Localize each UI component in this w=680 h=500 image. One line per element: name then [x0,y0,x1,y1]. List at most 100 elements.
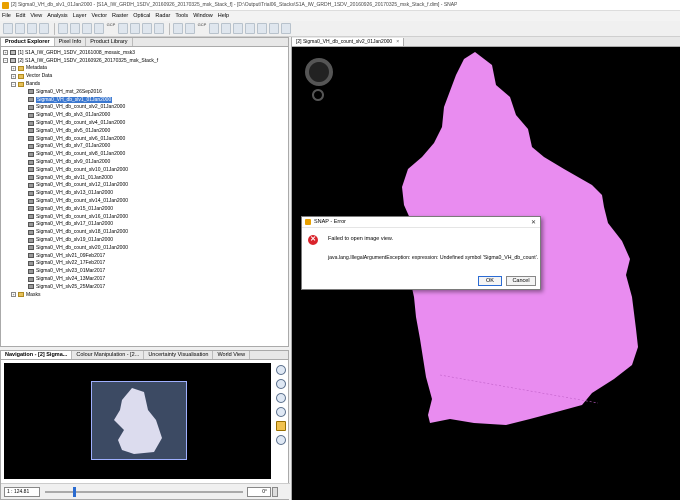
tree-band-item[interactable]: Sigma0_VH_db_slv17_01Jan2000 [1,221,288,229]
open-product-icon[interactable] [3,23,13,34]
draw-rectangle-icon[interactable] [130,23,140,34]
scatter-plot-icon[interactable] [257,23,267,34]
select-tool-icon[interactable] [58,23,68,34]
rotation-angle-field[interactable]: 0° [247,487,271,497]
tree-band-item[interactable]: Sigma0_VH_db_slv13_01Jan2000 [1,189,288,197]
tree-band-item[interactable]: Sigma0_VH_db_slv11_01Jan2000 [1,174,288,182]
draw-ellipse-icon[interactable] [154,23,164,34]
navigation-control-dial[interactable] [305,58,333,86]
tree-folder-bands[interactable]: − Bands [1,80,288,88]
tree-band-item[interactable]: Sigma0_VH_db_count_slv8_01Jan2000 [1,150,288,158]
tab-image-view[interactable]: [2] Sigma0_VH_db_count_slv2_01Jan2000 × [292,37,405,46]
gcp-manager-icon[interactable]: GCP [197,23,207,34]
draw-polygon-icon[interactable] [142,23,152,34]
tab-product-explorer[interactable]: Product Explorer [1,38,55,46]
redo-icon[interactable] [39,23,49,34]
cancel-button[interactable]: Cancel [506,276,536,286]
navigation-overview[interactable] [4,363,271,479]
tree-band-item[interactable]: Sigma0_VH_slv23_01Mar2017 [1,267,288,275]
tree-band-item[interactable]: Sigma0_VH_mst_26Sep2016 [1,88,288,96]
tree-band-item[interactable]: Sigma0_VH_db_count_slv14_01Jan2000 [1,197,288,205]
zoom-out-icon[interactable] [276,379,286,389]
zoom-slider[interactable] [45,487,243,497]
save-product-icon[interactable] [15,23,25,34]
tab-pixel-info[interactable]: Pixel Info [55,38,87,46]
spectrum-icon[interactable] [221,23,231,34]
viewport-frame[interactable] [91,381,187,460]
tree-band-item[interactable]: Sigma0_VH_db_slv19_01Jan2000 [1,236,288,244]
collapse-icon[interactable]: − [11,81,16,87]
profile-plot-icon[interactable] [269,23,279,34]
zoom-factor-field[interactable]: 1 : 124.81 [4,487,40,497]
tab-navigation[interactable]: Navigation - [2] Sigma... [1,351,73,359]
tree-band-item[interactable]: Sigma0_VH_db_count_slv18_01Jan2000 [1,228,288,236]
close-icon[interactable]: ✕ [531,219,536,226]
tree-band-item[interactable]: Sigma0_VH_slv24_13Mar2017 [1,275,288,283]
tree-band-item[interactable]: Sigma0_VH_db_count_slv4_01Jan2000 [1,119,288,127]
tree-band-item[interactable]: Sigma0_VH_db_slv5_01Jan2000 [1,127,288,135]
menu-radar[interactable]: Radar [155,13,170,19]
tree-band-item[interactable]: Sigma0_VH_db_slv7_01Jan2000 [1,143,288,151]
tree-band-item[interactable]: Sigma0_VH_db_count_slv12_01Jan2000 [1,182,288,190]
undo-icon[interactable] [27,23,37,34]
tree-band-item[interactable]: Sigma0_VH_db_slv9_01Jan2000 [1,158,288,166]
tree-band-item[interactable]: Sigma0_VH_slv21_09Feb2017 [1,252,288,260]
histogram-icon[interactable] [245,23,255,34]
tree-band-item[interactable]: Sigma0_VH_slv25_25Mar2017 [1,283,288,291]
magic-wand-icon[interactable] [173,23,183,34]
menu-layer[interactable]: Layer [73,13,87,19]
pin-manager-icon[interactable] [209,23,219,34]
expand-icon[interactable]: + [3,50,8,56]
close-tab-icon[interactable]: × [396,39,399,45]
collapse-icon[interactable]: − [3,58,8,64]
range-finder-icon[interactable] [185,23,195,34]
zoom-in-icon[interactable] [276,365,286,375]
zoom-control-dial[interactable] [312,89,324,101]
sync-views-icon[interactable] [276,421,286,431]
draw-line-icon[interactable] [118,23,128,34]
tree-band-item[interactable]: Sigma0_VH_db_slv15_01Jan2000 [1,205,288,213]
tree-product-2[interactable]: − [2] S1A_IW_GRDH_1SDV_20160926_20170325… [1,57,288,65]
menu-vector[interactable]: Vector [91,13,107,19]
menu-optical[interactable]: Optical [133,13,150,19]
world-map-icon[interactable] [281,23,291,34]
menu-edit[interactable]: Edit [16,13,25,19]
menu-file[interactable]: File [2,13,11,19]
tree-band-item[interactable]: Sigma0_VH_db_count_slv2_01Jan2000 [1,104,288,112]
tab-uncertainty-visualisation[interactable]: Uncertainty Visualisation [144,351,214,359]
menu-tools[interactable]: Tools [175,13,188,19]
sync-cursor-icon[interactable] [276,435,286,445]
zoom-all-icon[interactable] [276,407,286,417]
menu-analysis[interactable]: Analysis [47,13,67,19]
menu-window[interactable]: Window [193,13,213,19]
tree-band-item[interactable]: Sigma0_VH_db_count_slv6_01Jan2000 [1,135,288,143]
tree-folder-vector-data[interactable]: + Vector Data [1,72,288,80]
expand-icon[interactable]: + [11,65,16,71]
tree-band-item[interactable]: Sigma0_VH_db_count_slv10_01Jan2000 [1,166,288,174]
menu-help[interactable]: Help [218,13,229,19]
tree-band-item[interactable]: Sigma0_VH_db_count_slv16_01Jan2000 [1,213,288,221]
statistics-icon[interactable] [233,23,243,34]
tree-band-item[interactable]: Sigma0_VH_db_slv1_01Jan2000 [1,96,288,104]
pin-tool-icon[interactable] [94,23,104,34]
zoom-slider-knob[interactable] [73,487,76,497]
zoom-tool-icon[interactable] [70,23,80,34]
expand-icon[interactable]: + [11,73,16,79]
gcp-tool-icon[interactable]: GCP [106,23,116,34]
pan-tool-icon[interactable] [82,23,92,34]
tree-product-1[interactable]: + [1] S1A_IW_GRDH_1SDV_20161008_mosaic_m… [1,49,288,57]
tree-folder-metadata[interactable]: + Metadata [1,65,288,73]
tree-band-item[interactable]: Sigma0_VH_db_slv3_01Jan2000 [1,111,288,119]
expand-icon[interactable]: + [11,292,16,298]
tree-band-item[interactable]: Sigma0_VH_db_count_slv20_01Jan2000 [1,244,288,252]
zoom-pixel-icon[interactable] [276,393,286,403]
tab-colour-manipulation[interactable]: Colour Manipulation - [2... [72,351,145,359]
tree-band-item[interactable]: Sigma0_VH_slv22_17Feb2017 [1,260,288,268]
tab-world-view[interactable]: World View [213,351,251,359]
tab-product-library[interactable]: Product Library [86,38,133,46]
menu-view[interactable]: View [30,13,42,19]
menu-raster[interactable]: Raster [112,13,128,19]
ok-button[interactable]: OK [478,276,502,286]
angle-spinner[interactable] [272,487,278,497]
tree-folder-masks[interactable]: + Masks [1,291,288,299]
